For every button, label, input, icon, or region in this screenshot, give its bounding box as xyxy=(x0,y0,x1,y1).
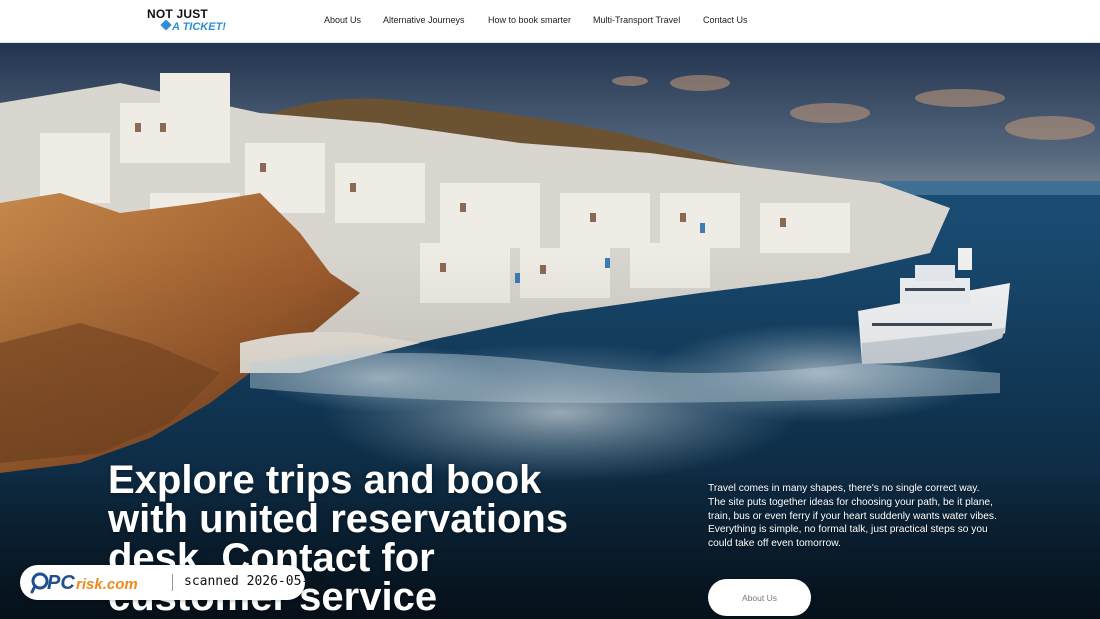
pcrisk-logo: PC risk.com xyxy=(30,572,138,594)
hero-description: Travel comes in many shapes, there's no … xyxy=(708,483,997,550)
nav-alternative-journeys[interactable]: Alternative Journeys xyxy=(383,15,465,26)
nav-contact-us[interactable]: Contact Us xyxy=(703,15,748,26)
svg-text:PC: PC xyxy=(47,572,75,594)
nav-how-to-book-smarter[interactable]: How to book smarter xyxy=(488,15,571,26)
scan-watermark-badge: PC risk.com scanned 2026-05-04 xyxy=(20,565,325,600)
site-header: NOT JUST A TICKET! About Us Alternative … xyxy=(0,0,1100,43)
about-us-button[interactable]: About Us xyxy=(708,579,811,616)
badge-divider xyxy=(172,574,173,591)
nav-multi-transport-travel[interactable]: Multi-Transport Travel xyxy=(593,15,680,26)
main-nav: About Us Alternative Journeys How to boo… xyxy=(0,0,1100,43)
nav-about-us[interactable]: About Us xyxy=(324,15,361,26)
scan-date-label: scanned 2026-05-04 xyxy=(184,574,325,589)
svg-text:risk.com: risk.com xyxy=(76,576,138,593)
hero-section: Explore trips and book with united reser… xyxy=(0,43,1100,619)
